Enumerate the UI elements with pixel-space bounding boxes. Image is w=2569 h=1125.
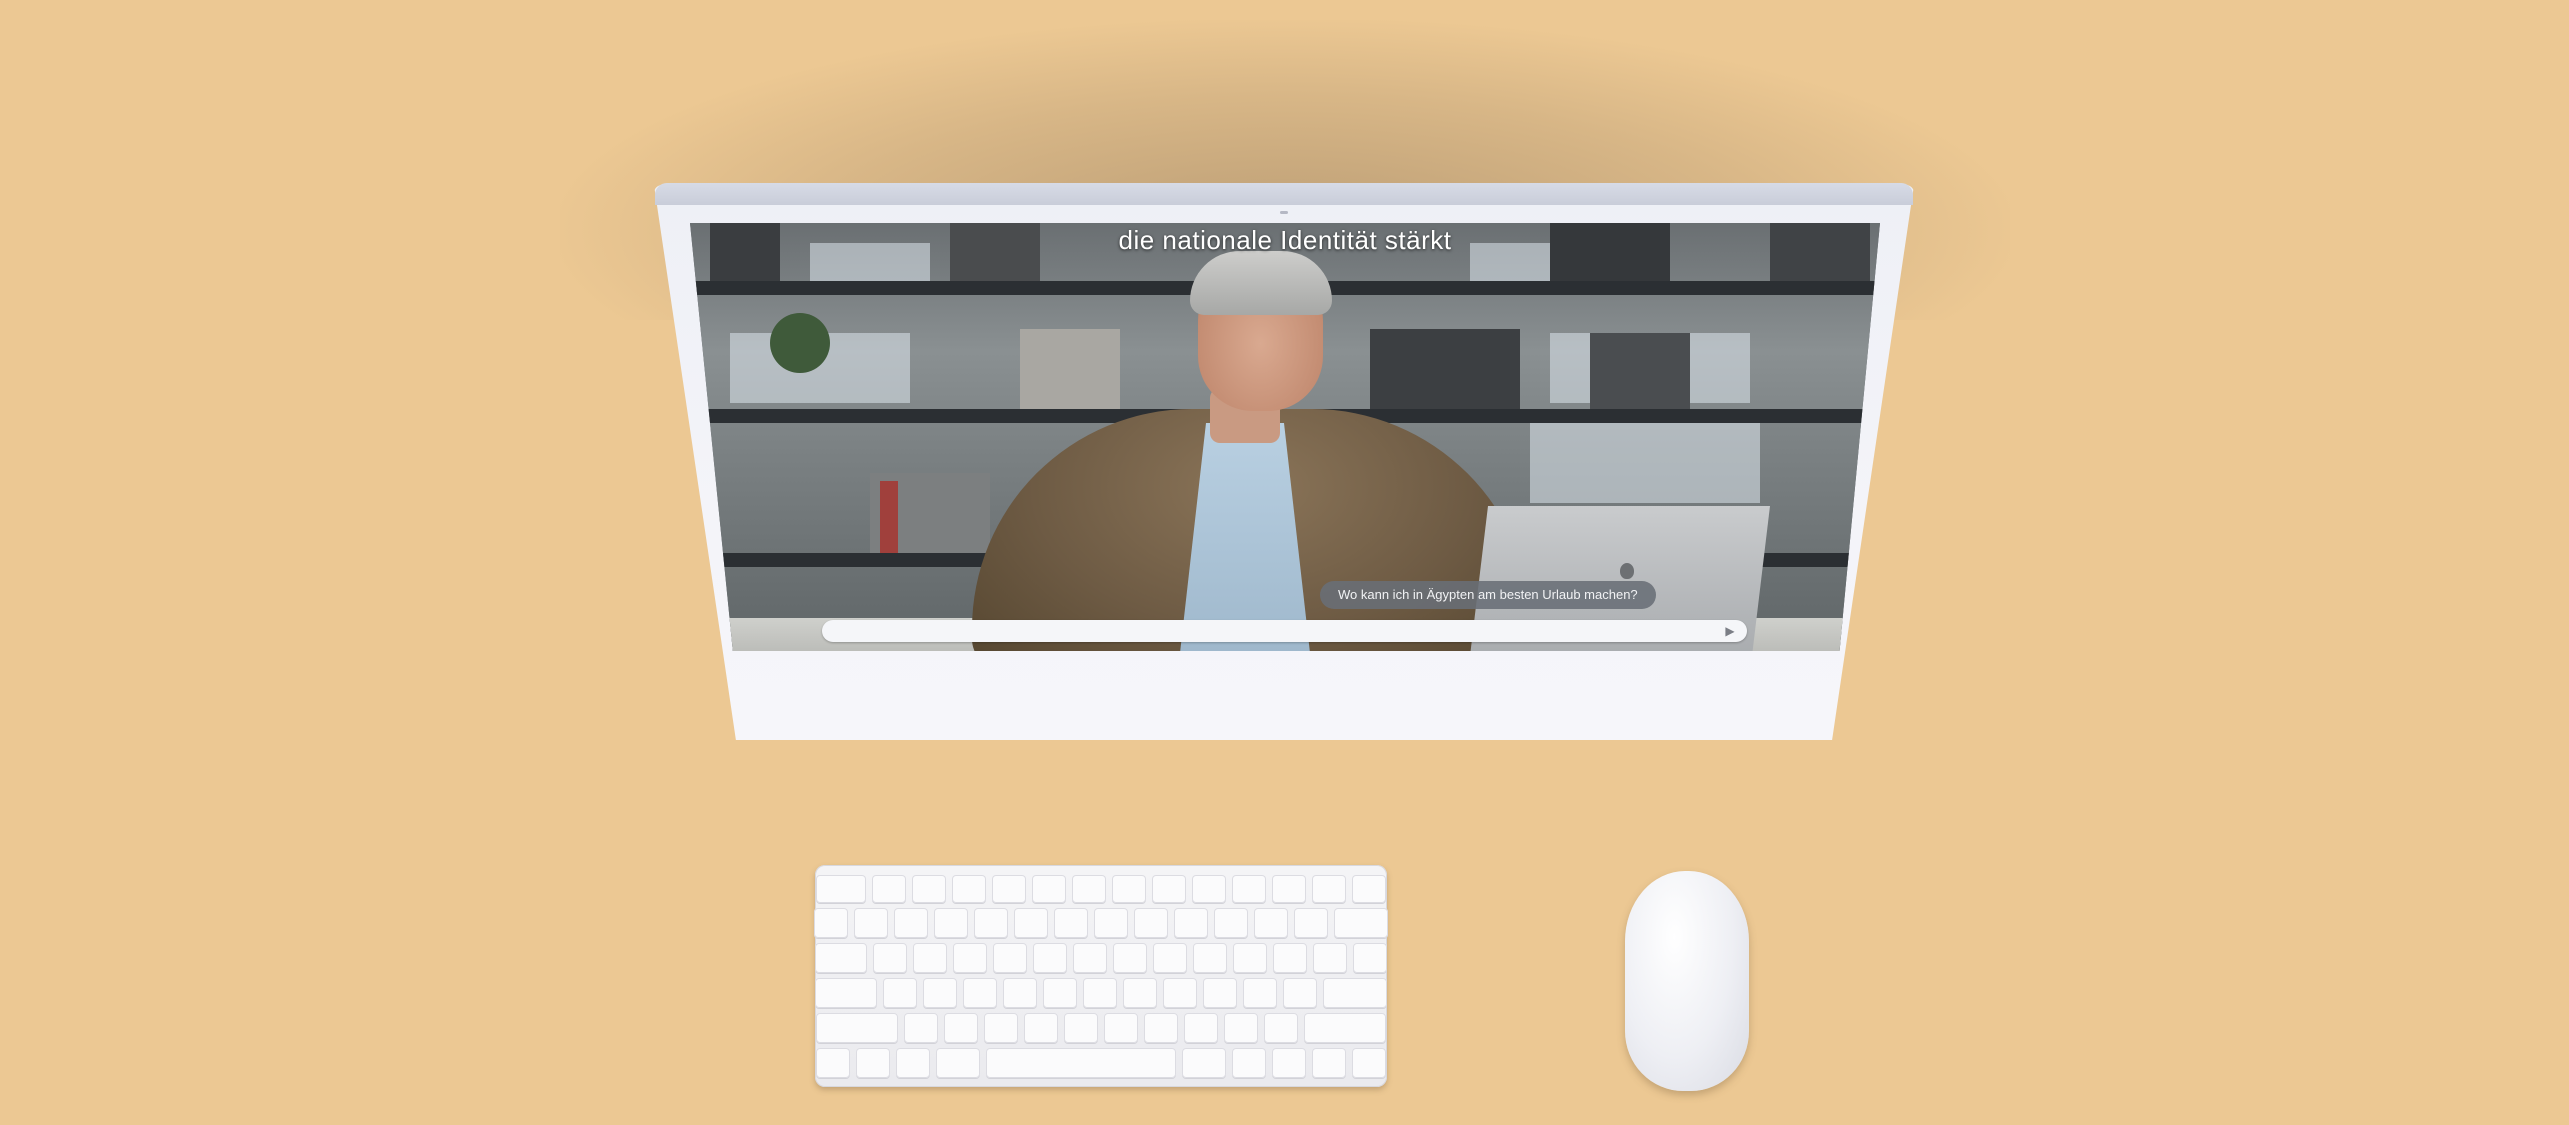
keyboard-key: [1134, 908, 1168, 938]
book-stack: [1370, 329, 1520, 409]
keyboard-key: [1283, 978, 1317, 1008]
keyboard-key: [1003, 978, 1037, 1008]
keyboard-key: [1174, 908, 1208, 938]
mouse: [1625, 871, 1749, 1091]
keyboard-key: [856, 1048, 890, 1078]
keyboard-key: [1334, 908, 1388, 938]
keyboard-key: [1352, 1048, 1386, 1078]
keyboard-key: [1113, 943, 1147, 973]
book-red: [880, 481, 898, 553]
keyboard-key: [815, 943, 867, 973]
keyboard-key: [1352, 875, 1386, 903]
keyboard-key: [1094, 908, 1128, 938]
apple-logo-icon: [1620, 563, 1634, 579]
video-frame: [690, 223, 1880, 651]
keyboard-key: [896, 1048, 930, 1078]
keyboard-key: [1254, 908, 1288, 938]
imac-top-rim: [655, 183, 1913, 205]
keyboard-key: [936, 1048, 980, 1078]
keyboard: [814, 865, 1388, 1087]
keyboard-key: [816, 1048, 850, 1078]
keyboard-key: [1264, 1013, 1298, 1043]
keyboard-key: [1294, 908, 1328, 938]
keyboard-key: [1214, 908, 1248, 938]
book-stack: [1590, 333, 1690, 409]
keyboard-key: [1232, 875, 1266, 903]
keyboard-key: [883, 978, 917, 1008]
keyboard-key: [1033, 943, 1067, 973]
keyboard-key: [816, 875, 866, 903]
keyboard-key: [1203, 978, 1237, 1008]
imac-screen: die nationale Identität stärkt Wo kann i…: [690, 223, 1880, 651]
keyboard-key: [1064, 1013, 1098, 1043]
keyboard-key: [944, 1013, 978, 1043]
keyboard-key: [1312, 1048, 1346, 1078]
keyboard-key: [1273, 943, 1307, 973]
keyboard-key: [814, 908, 848, 938]
keyboard-key: [872, 875, 906, 903]
keyboard-key: [894, 908, 928, 938]
keyboard-key: [1014, 908, 1048, 938]
keyboard-key: [1233, 943, 1267, 973]
keyboard-key: [984, 1013, 1018, 1043]
keyboard-key: [986, 1048, 1176, 1078]
chat-input[interactable]: [836, 623, 1690, 641]
chat-input-bar[interactable]: ▶: [822, 620, 1747, 642]
keyboard-key: [974, 908, 1008, 938]
keyboard-key: [1192, 875, 1226, 903]
camera-icon: [1280, 211, 1288, 214]
keyboard-key: [1243, 978, 1277, 1008]
keyboard-key: [1112, 875, 1146, 903]
keyboard-key: [1024, 1013, 1058, 1043]
keyboard-key: [1153, 943, 1187, 973]
keyboard-key: [923, 978, 957, 1008]
send-icon[interactable]: ▶: [1723, 624, 1737, 638]
keyboard-key: [1083, 978, 1117, 1008]
keyboard-key: [912, 875, 946, 903]
keyboard-key: [1043, 978, 1077, 1008]
keyboard-key: [1272, 875, 1306, 903]
keyboard-key: [1313, 943, 1347, 973]
keyboard-key: [1184, 1013, 1218, 1043]
keyboard-key: [854, 908, 888, 938]
keyboard-key: [1312, 875, 1346, 903]
keyboard-key: [873, 943, 907, 973]
keyboard-key: [913, 943, 947, 973]
keyboard-key: [1323, 978, 1387, 1008]
keyboard-key: [1123, 978, 1157, 1008]
book-stack: [1020, 329, 1120, 409]
keyboard-key: [1304, 1013, 1386, 1043]
keyboard-key: [1032, 875, 1066, 903]
keyboard-key: [1232, 1048, 1266, 1078]
keyboard-key: [1353, 943, 1387, 973]
plant: [770, 313, 830, 373]
keyboard-key: [934, 908, 968, 938]
chat-message-bubble: Wo kann ich in Ägypten am besten Urlaub …: [1320, 581, 1656, 609]
keyboard-key: [904, 1013, 938, 1043]
keyboard-key: [1272, 1048, 1306, 1078]
window-light: [1530, 423, 1760, 503]
keyboard-key: [1224, 1013, 1258, 1043]
keyboard-key: [953, 943, 987, 973]
keyboard-key: [1054, 908, 1088, 938]
keyboard-key: [952, 875, 986, 903]
keyboard-key: [1152, 875, 1186, 903]
keyboard-key: [992, 875, 1026, 903]
keyboard-key: [1072, 875, 1106, 903]
keyboard-key: [815, 978, 877, 1008]
keyboard-key: [1144, 1013, 1178, 1043]
keyboard-key: [1182, 1048, 1226, 1078]
keyboard-key: [1163, 978, 1197, 1008]
video-subtitle: die nationale Identität stärkt: [1118, 225, 1452, 255]
speaker-hair: [1190, 251, 1332, 315]
keyboard-key: [963, 978, 997, 1008]
keyboard-key: [816, 1013, 898, 1043]
keyboard-key: [1073, 943, 1107, 973]
keyboard-key: [993, 943, 1027, 973]
keyboard-key: [1104, 1013, 1138, 1043]
keyboard-key: [1193, 943, 1227, 973]
